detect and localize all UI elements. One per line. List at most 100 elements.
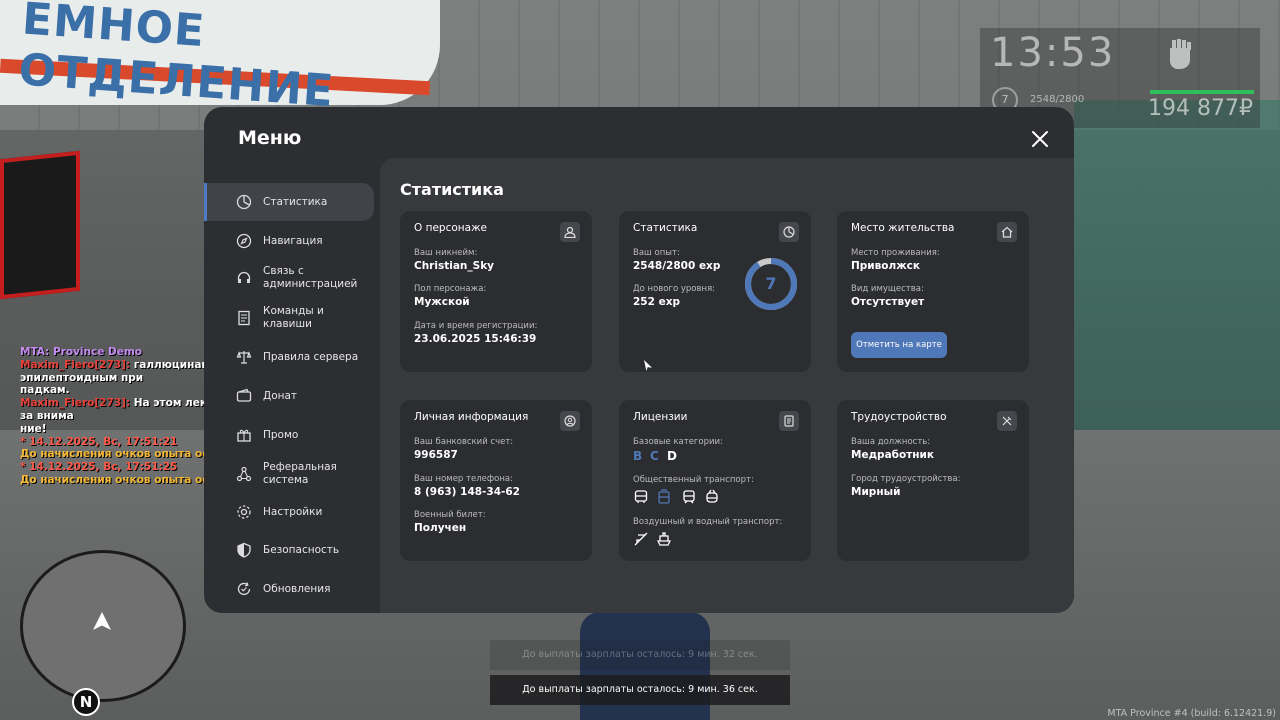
card-title: Личная информация [414,411,529,423]
pie-chart-icon [236,194,252,210]
content-title: Статистика [400,180,504,199]
position-value: Медработник [851,449,935,461]
air-water-transport-label: Воздушный и водный транспорт: [633,517,783,527]
profile-circle-icon [560,411,580,431]
job-city-value: Мирный [851,486,901,498]
job-city-label: Город трудоустройства: [851,474,961,484]
pie-chart-icon [779,222,799,242]
next-level-label: До нового уровня: [633,284,716,294]
position-label: Ваша должность: [851,437,931,447]
nickname-value: Christian_Sky [414,260,495,272]
gear-icon [237,505,251,519]
military-label: Военный билет: [414,510,486,520]
background-sign: ЕМНОЕ ОТДЕЛЕНИЕ [0,0,440,117]
plane-icon [634,532,648,546]
sidebar-item-6[interactable]: Промо [204,416,374,454]
train-icon [683,490,695,504]
card-title: О персонаже [414,222,488,234]
fist-icon [1170,39,1191,69]
sidebar-item-8[interactable]: Настройки [204,493,374,531]
license-category-d: D [667,449,677,463]
chat-text: MTA: Province Demo [20,346,142,358]
stats-card: Статистика Ваш опыт: 2548/2800 exp До но… [619,211,811,372]
user-icon [560,222,580,242]
gender-label: Пол персонажа: [414,284,487,294]
card-title: Статистика [633,222,698,234]
compass-icon [236,233,252,249]
sidebar-item-label: Промо [263,428,299,441]
hud-money: 194 877₽ [1148,96,1253,121]
sidebar-item-2[interactable]: Связь с администрацией [204,259,374,297]
sidebar-item-5[interactable]: Донат [204,377,374,415]
salary-notice-old: До выплаты зарплаты осталось: 9 мин. 32 … [490,640,790,670]
sidebar-item-label: Связь с администрацией [263,265,358,290]
level-number: 7 [765,274,777,293]
gender-value: Мужской [414,296,470,308]
hud-exp: 2548/2800 [1030,94,1085,105]
phone-value: 8 (963) 148-34-62 [414,486,520,498]
card-title: Место жительства [851,222,955,234]
license-category-b: B [633,449,643,463]
sidebar-item-label: Безопасность [263,543,340,556]
card-title: Лицензии [633,411,688,423]
bank-label: Ваш банковский счет: [414,437,514,447]
chat-text: * 14.12.2025, Вс, 17:51:21 [20,435,178,448]
sidebar-item-label: Статистика [263,195,328,208]
sidebar-item-label: Команды и клавиши [263,305,324,330]
hud-time: 13:53 [990,30,1116,76]
property-label: Вид имущества: [851,284,924,294]
mark-on-map-button[interactable]: Отметить на карте [851,332,947,358]
base-categories-label: Базовые категории: [633,437,723,447]
license-category-c: C [650,449,659,463]
licenses-card: Лицензии Базовые категории: B C D Общест… [619,400,811,561]
refresh-icon [237,582,251,596]
close-icon[interactable] [1030,129,1050,149]
sidebar-item-label: Донат [263,389,298,402]
headset-icon [237,271,251,283]
north-indicator: N [72,688,100,716]
chat-sender: Maxim_Fiero[273]: [20,358,134,371]
scales-icon [236,351,252,364]
wallet-icon [236,388,252,402]
property-value: Отсутствует [851,296,925,308]
sidebar-item-1[interactable]: Навигация [204,222,374,260]
chat-text: * 14.12.2025, Вс, 17:51:25 [20,461,178,474]
registration-value: 23.06.2025 15:46:39 [414,333,537,345]
next-level-value: 252 exp [633,296,680,308]
trolleybus-icon [706,489,718,503]
sidebar-item-9[interactable]: Безопасность [204,531,374,569]
shield-icon [237,542,251,558]
card-title: Трудоустройство [851,411,947,423]
sidebar-item-3[interactable]: Команды и клавиши [204,299,374,337]
salary-notice: До выплаты зарплаты осталось: 9 мин. 36 … [490,675,790,705]
sidebar-item-4[interactable]: Правила сервера [204,338,374,376]
character-card: О персонаже Ваш никнейм: Christian_Sky П… [400,211,592,372]
sidebar-item-0[interactable]: Статистика [204,183,374,221]
sidebar: Статистика Навигация Связь с администрацие… [204,175,380,613]
place-label: Место проживания: [851,248,940,258]
sidebar-item-label: Реферальная система [263,461,337,486]
sidebar-item-7[interactable]: Реферальная система [204,455,374,493]
menu-window: Меню Статистика Навигация Связь с админист… [204,107,1074,613]
sidebar-item-label: Обновления [263,582,331,595]
registration-label: Дата и время регистрации: [414,321,538,331]
sidebar-item-label: Настройки [263,505,323,518]
bus-icon [634,490,648,503]
content-panel: Статистика О персонаже Ваш никнейм: Chri… [380,158,1074,613]
gift-icon [237,429,251,442]
sidebar-item-10[interactable]: Обновления [204,570,374,608]
bank-value: 996587 [414,449,458,461]
nickname-label: Ваш никнейм: [414,248,478,258]
public-transport-label: Общественный транспорт: [633,475,754,485]
build-info: MTA Province #4 (build: 6.12421.9) [1107,708,1276,719]
chat-text: падкам. [20,384,70,397]
sidebar-item-label: Навигация [263,234,323,247]
employment-card: Трудоустройство Ваша должность: Медработ… [837,400,1029,561]
personal-info-card: Личная информация Ваш банковский счет: 9… [400,400,592,561]
residence-card: Место жительства Место проживания: Приво… [837,211,1029,372]
place-value: Приволжск [851,260,921,272]
tram-icon [658,489,670,504]
military-value: Получен [414,522,467,534]
chat-sender: Maxim_Fiero[273]: [20,397,134,410]
vending-machine [0,150,80,300]
